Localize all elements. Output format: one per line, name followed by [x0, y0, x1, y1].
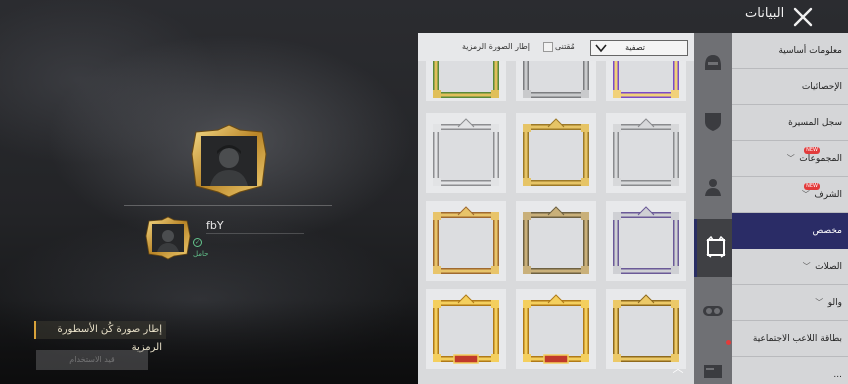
frame-gold-crown-icon [523, 294, 589, 364]
chevron-down-icon [595, 44, 607, 53]
chevron-down-icon: ﹀ [801, 190, 813, 199]
scroll-up-icon[interactable]: ︿ [670, 361, 686, 377]
sidebar-item-label: مخصص [812, 226, 842, 236]
frame-silver-plain-icon [613, 118, 679, 186]
page-title: البيانات [745, 6, 785, 21]
player-name-underline [206, 233, 304, 234]
tab-frame[interactable] [694, 219, 732, 277]
avatar-frame-preview [191, 124, 267, 198]
tab-toggle[interactable] [694, 283, 732, 341]
tab-shield[interactable] [694, 93, 732, 151]
toggle-icon [703, 306, 723, 316]
frame-gold-ornate-icon [613, 294, 679, 362]
icon-tab-bar [694, 33, 732, 384]
avatar-frames-panel: تصفية مُقتنى إطار الصورة الرمزية ︿ [418, 33, 694, 384]
avatar-frame-option[interactable] [426, 201, 506, 281]
sidebar-item-0[interactable]: معلومات أساسية [732, 33, 848, 69]
avatar-frame-option[interactable] [516, 289, 596, 369]
avatar-frame-option[interactable] [426, 113, 506, 193]
tab-person[interactable] [694, 159, 732, 217]
filter-dropdown[interactable]: تصفية [590, 40, 688, 56]
sidebar-item-9[interactable]: ... [732, 357, 848, 384]
use-frame-button[interactable]: قيد الاستخدام [36, 350, 148, 370]
sidebar-item-2[interactable]: سجل المسيرة [732, 105, 848, 141]
avatar-frame-option[interactable] [606, 201, 686, 281]
sidebar: معلومات أساسية الإحصائيات سجل المسيرة المجم… [732, 33, 848, 384]
sidebar-item-label: المجموعات [799, 154, 842, 164]
avatar-frame-option[interactable] [516, 61, 596, 101]
sidebar-item-label: الشرف [814, 190, 842, 200]
chevron-down-icon: ﹀ [802, 262, 814, 271]
helmet-icon [705, 55, 721, 70]
frame-green-gold-icon [433, 61, 499, 98]
sidebar-item-label: الصلات [815, 262, 842, 272]
owned-checkbox[interactable] [543, 42, 553, 52]
close-icon[interactable] [792, 6, 814, 28]
frame-silver-star-icon [433, 118, 499, 186]
tab-card[interactable] [694, 343, 732, 384]
notification-dot [726, 340, 731, 345]
sidebar-item-label: الإحصائيات [801, 82, 842, 92]
background-floor [0, 300, 420, 384]
card-icon [704, 365, 722, 378]
avatar-frame-option[interactable] [516, 113, 596, 193]
sidebar-item-8[interactable]: بطاقة اللاعب الاجتماعية [732, 321, 848, 357]
tab-helmet[interactable] [694, 35, 732, 93]
frame-silver-ornate-icon [523, 61, 589, 98]
avatar-frame-option[interactable] [426, 61, 506, 101]
sidebar-item-label: ... [833, 370, 842, 380]
sidebar-item-6[interactable]: الصلات ﹀ [732, 249, 848, 285]
frame-purple-silver-icon [613, 206, 679, 274]
status-check-icon: ✓ [193, 238, 202, 247]
avatar-frame-option[interactable] [606, 289, 686, 369]
sidebar-item-4[interactable]: الشرف ﹀ NEW [732, 177, 848, 213]
frame-icon [706, 236, 726, 258]
new-badge: NEW [804, 147, 820, 154]
panel-title: إطار الصورة الرمزية [461, 42, 530, 51]
sidebar-item-3[interactable]: المجموعات ﹀ NEW [732, 141, 848, 177]
avatar-frame-option[interactable] [516, 201, 596, 281]
frame-name-label: إطار صورة كُن الأسطورة الرمزية [34, 321, 166, 353]
filter-value: تصفية [625, 43, 645, 52]
status-label: حامل [193, 250, 209, 258]
frame-purple-gold-icon [613, 61, 679, 98]
sidebar-item-7[interactable]: والو ﹀ [732, 285, 848, 321]
sidebar-item-label: والو [827, 298, 842, 308]
frame-gold-crown-icon [433, 294, 499, 364]
avatar-frame-option[interactable] [606, 61, 686, 101]
owned-label: مُقتنى [555, 42, 575, 51]
chevron-down-icon: ﹀ [786, 154, 798, 163]
frame-gold-plain-icon [523, 118, 589, 186]
sidebar-item-label: سجل المسيرة [788, 118, 842, 128]
frame-bronze-icon [523, 206, 589, 274]
sidebar-item-5[interactable]: مخصص [732, 213, 848, 249]
sidebar-item-1[interactable]: الإحصائيات [732, 69, 848, 105]
frame-gold-wing-icon [433, 206, 499, 274]
player-avatar [145, 216, 191, 260]
chevron-down-icon: ﹀ [815, 298, 826, 307]
player-name: fbY [206, 219, 224, 232]
new-badge: NEW [804, 183, 820, 190]
sidebar-item-label: بطاقة اللاعب الاجتماعية [752, 334, 842, 344]
person-icon [705, 179, 721, 196]
preview-divider [124, 205, 332, 206]
sidebar-item-label: معلومات أساسية [778, 46, 842, 56]
panel-header: تصفية مُقتنى إطار الصورة الرمزية [418, 33, 694, 61]
avatar-frame-option[interactable] [426, 289, 506, 369]
avatar-frame-option[interactable] [606, 113, 686, 193]
shield-icon [705, 113, 721, 131]
